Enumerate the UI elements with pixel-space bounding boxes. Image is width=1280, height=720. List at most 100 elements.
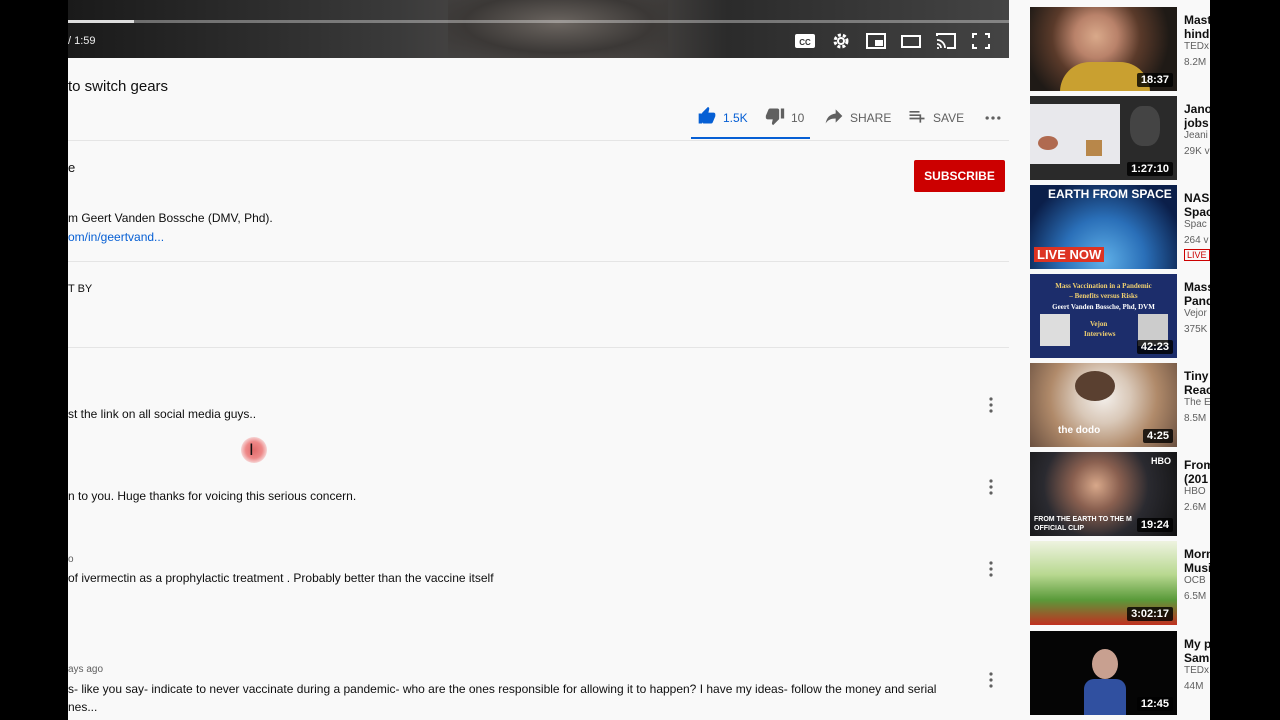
video-duration: 1:27:10: [1127, 162, 1173, 176]
video-title-line2: Musi: [1184, 561, 1210, 575]
thumbnail-caption: Mass Vaccination in a Pandemic: [1055, 282, 1152, 290]
video-title: Mass: [1184, 280, 1210, 294]
video-title: Morn: [1184, 547, 1210, 561]
hbo-logo: HBO: [1151, 456, 1171, 466]
comment-menu-icon[interactable]: [986, 396, 996, 414]
fullscreen-icon[interactable]: [970, 32, 992, 50]
video-title-line2: jobs: [1184, 116, 1209, 130]
like-button[interactable]: 1.5K: [697, 106, 748, 129]
description-text: m Geert Vanden Bossche (DMV, Phd).: [68, 211, 273, 225]
theater-mode-icon[interactable]: [900, 32, 922, 50]
video-thumbnail[interactable]: 1:27:10: [1030, 96, 1177, 180]
divider: [68, 261, 1009, 262]
progress-bar[interactable]: [68, 20, 1009, 23]
sort-by-button[interactable]: T BY: [68, 283, 92, 295]
video-title: My p: [1184, 637, 1210, 651]
video-thumbnail[interactable]: 12:45: [1030, 631, 1177, 715]
thumbnail-caption: EARTH FROM SPACE: [1048, 187, 1172, 201]
settings-gear-icon[interactable]: [830, 32, 852, 50]
subscribe-button[interactable]: SUBSCRIBE: [914, 160, 1005, 192]
video-title-line2: Reac: [1184, 383, 1210, 397]
video-thumbnail[interactable]: the dodo 4:25: [1030, 363, 1177, 447]
divider: [68, 140, 1009, 141]
video-title-line2: Sam: [1184, 651, 1210, 665]
video-thumbnail[interactable]: 3:02:17: [1030, 541, 1177, 625]
video-frame: [448, 0, 668, 58]
share-button[interactable]: SHARE: [824, 106, 891, 129]
recommended-video[interactable]: 3:02:17 Morn Musi OCB 6.5M: [1030, 541, 1210, 625]
channel-name: TEDx: [1184, 41, 1209, 52]
comment-text: n to you. Huge thanks for voicing this s…: [68, 489, 357, 503]
share-label: SHARE: [850, 110, 892, 125]
thumbnail-caption: Interviews: [1084, 330, 1116, 338]
video-title-line2: (201: [1184, 472, 1209, 486]
thumbnail-caption: OFFICIAL CLIP: [1034, 525, 1085, 532]
comment-menu-icon[interactable]: [986, 478, 996, 496]
description-link[interactable]: om/in/geertvand...: [68, 230, 164, 244]
thumbnail-caption: Geert Vanden Bossche, Phd, DVM: [1052, 303, 1155, 311]
video-duration: 42:23: [1136, 340, 1173, 354]
sentiment-bar: [691, 137, 810, 139]
thumbnail-caption: Vejon: [1090, 320, 1108, 328]
more-horizontal-icon: [983, 108, 1003, 131]
thumbs-down-icon: [765, 106, 785, 129]
video-duration: 3:02:17: [1127, 607, 1173, 621]
divider: [68, 347, 1009, 348]
comment-menu-icon[interactable]: [986, 560, 996, 578]
comment-text: st the link on all social media guys..: [68, 407, 257, 421]
view-count: 2.6M: [1184, 502, 1207, 513]
channel-name: The E: [1184, 397, 1210, 408]
screen-edge: [1210, 0, 1280, 720]
video-thumbnail[interactable]: 18:37: [1030, 7, 1177, 91]
recommended-video[interactable]: HBO FROM THE EARTH TO THE M OFFICIAL CLI…: [1030, 452, 1210, 536]
channel-name: TEDx: [1184, 665, 1209, 676]
watch-page: / 1:59 CC to switch gears 1.5K 10 SHARE …: [68, 0, 1210, 720]
comment-text: of ivermectin as a prophylactic treatmen…: [68, 571, 494, 585]
video-thumbnail[interactable]: HBO FROM THE EARTH TO THE M OFFICIAL CLI…: [1030, 452, 1177, 536]
view-count: 8.2M: [1184, 57, 1207, 68]
recommended-video[interactable]: the dodo 4:25 Tiny Reac The E 8.5M: [1030, 363, 1210, 447]
channel-name[interactable]: e: [68, 160, 75, 175]
cc-icon[interactable]: CC: [794, 32, 816, 50]
thumbnail-caption: the dodo: [1058, 425, 1101, 436]
channel-name: Spac: [1184, 219, 1207, 230]
thumbnail-caption: FROM THE EARTH TO THE M: [1034, 516, 1132, 523]
view-count: 29K v: [1184, 146, 1210, 157]
save-button[interactable]: SAVE: [907, 106, 964, 129]
comment-timestamp[interactable]: o: [68, 554, 74, 565]
video-player[interactable]: / 1:59 CC: [68, 0, 1009, 58]
cast-icon[interactable]: [935, 32, 957, 50]
recommended-video[interactable]: 12:45 My p Sam TEDx 44M: [1030, 631, 1210, 715]
live-badge: LIVE: [1184, 249, 1210, 261]
video-thumbnail[interactable]: EARTH FROM SPACE LIVE NOW: [1030, 185, 1177, 269]
recommended-video[interactable]: 18:37 Mast hindr TEDx 8.2M: [1030, 7, 1210, 91]
recommended-video[interactable]: 1:27:10 Jano jobs Jeani 29K v: [1030, 96, 1210, 180]
recommended-video[interactable]: EARTH FROM SPACE LIVE NOW NASA Spac Spac…: [1030, 185, 1210, 269]
view-count: 264 v: [1184, 235, 1209, 246]
comment-text-continued: nes...: [68, 700, 98, 714]
progress-fill: [68, 20, 134, 23]
video-duration: 19:24: [1136, 518, 1173, 532]
view-count: 6.5M: [1184, 591, 1207, 602]
video-title-line2: hindr: [1184, 27, 1210, 41]
share-arrow-icon: [824, 106, 844, 129]
recommended-video[interactable]: Mass Vaccination in a Pandemic – Benefit…: [1030, 274, 1210, 358]
more-actions-button[interactable]: [983, 108, 1003, 131]
channel-name: OCB: [1184, 575, 1206, 586]
channel-name: Vejor: [1184, 308, 1207, 319]
dislike-button[interactable]: 10: [765, 106, 804, 129]
text-cursor-icon: I: [241, 437, 267, 463]
view-count: 8.5M: [1184, 413, 1207, 424]
video-title-line2: Spac: [1184, 205, 1210, 219]
channel-name: HBO: [1184, 486, 1206, 497]
miniplayer-icon[interactable]: [865, 32, 887, 50]
comment-menu-icon[interactable]: [986, 671, 996, 689]
svg-text:CC: CC: [799, 38, 811, 47]
video-thumbnail[interactable]: Mass Vaccination in a Pandemic – Benefit…: [1030, 274, 1177, 358]
video-title: NASA: [1184, 191, 1210, 205]
view-count: 44M: [1184, 681, 1204, 692]
dislike-count: 10: [791, 110, 805, 125]
playlist-add-icon: [907, 106, 927, 129]
video-duration: 4:25: [1142, 429, 1173, 443]
comment-timestamp[interactable]: ays ago: [68, 664, 103, 675]
